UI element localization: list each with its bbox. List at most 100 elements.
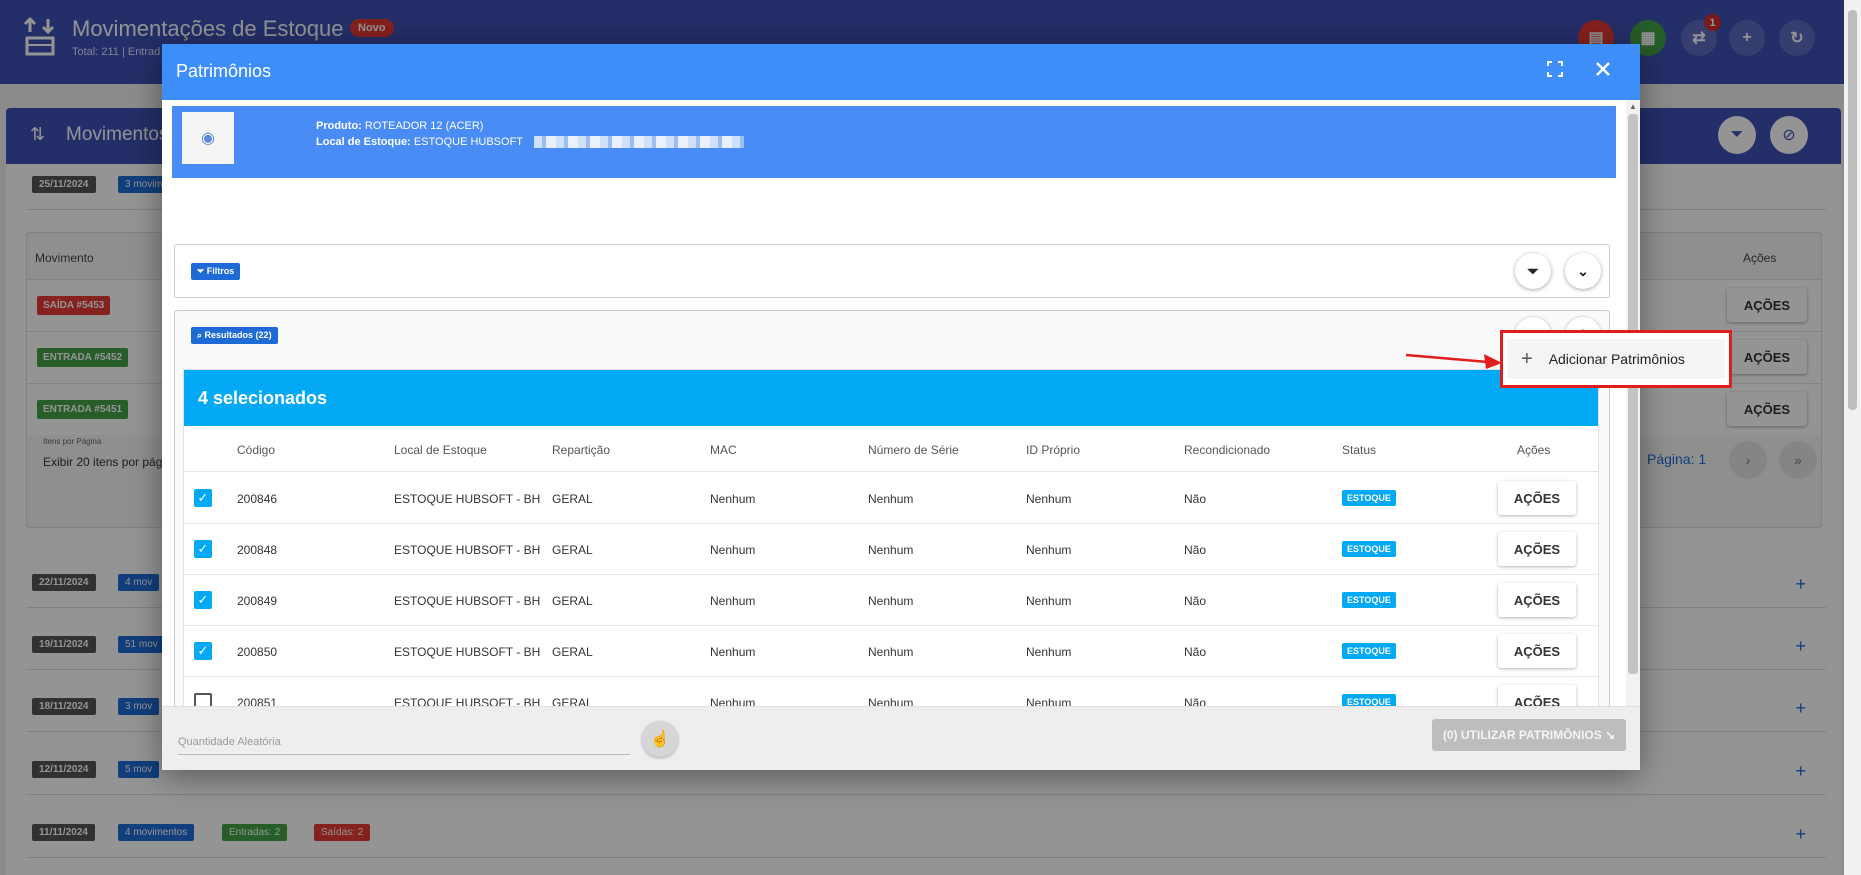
- redacted-text: [533, 136, 744, 149]
- table-row[interactable]: 200851 ESTOQUE HUBSOFT - BH GERAL Nenhum…: [184, 677, 1598, 706]
- stock-line: Local de Estoque: ESTOQUE HUBSOFT: [316, 136, 744, 149]
- selection-bar: 4 selecionados: [184, 370, 1598, 426]
- table-row[interactable]: ✓ 200846 ESTOQUE HUBSOFT - BH GERAL Nenh…: [184, 473, 1598, 524]
- table-header: Código Local de Estoque Repartição MAC N…: [184, 426, 1598, 472]
- filters-chip[interactable]: ⏷ Filtros: [191, 263, 241, 280]
- cell-code: 200850: [237, 645, 278, 659]
- status-badge: ESTOQUE: [1342, 643, 1396, 659]
- cell-code: 200848: [237, 543, 278, 557]
- clear-filter-icon[interactable]: ⏷: [1515, 253, 1551, 289]
- row-actions-button[interactable]: AÇÕES: [1498, 481, 1576, 515]
- stock-label: Local de Estoque:: [316, 136, 411, 148]
- cell-own-id: Nenhum: [1026, 696, 1072, 706]
- cell-stock: ESTOQUE HUBSOFT - BH: [394, 492, 541, 506]
- page-scrollbar-thumb[interactable]: [1848, 10, 1857, 410]
- status-badge: ESTOQUE: [1342, 541, 1396, 557]
- row-actions-button[interactable]: AÇÕES: [1498, 532, 1576, 566]
- filters-label: Filtros: [206, 266, 235, 276]
- modal-scrollbar-thumb[interactable]: [1628, 114, 1638, 674]
- cell-own-id: Nenhum: [1026, 543, 1072, 557]
- cell-stock: ESTOQUE HUBSOFT - BH: [394, 543, 541, 557]
- row-checkbox[interactable]: ✓: [194, 591, 212, 609]
- use-assets-label: (0) UTILIZAR PATRIMÔNIOS: [1442, 728, 1602, 742]
- product-value: ROTEADOR 12 (ACER): [364, 120, 484, 132]
- cell-recond: Não: [1184, 594, 1207, 608]
- row-actions-button[interactable]: AÇÕES: [1498, 634, 1576, 668]
- actions-dropdown: + Adicionar Patrimônios: [1500, 330, 1732, 388]
- add-assets-menu-item[interactable]: + Adicionar Patrimônios: [1507, 339, 1725, 379]
- row-checkbox[interactable]: ✓: [194, 540, 212, 558]
- cell-own-id: Nenhum: [1026, 645, 1072, 659]
- modal-scrollbar[interactable]: ▲: [1626, 100, 1640, 706]
- product-label: Produto:: [316, 120, 362, 132]
- stock-value: ESTOQUE HUBSOFT: [413, 136, 523, 148]
- plus-icon: +: [1521, 347, 1533, 370]
- row-checkbox[interactable]: [194, 693, 212, 706]
- results-label: Resultados (22): [204, 330, 272, 340]
- row-actions-button[interactable]: AÇÕES: [1498, 685, 1576, 706]
- results-panel: ⌕ Resultados (22) ↻ ⌃ 4 selecionados Cód…: [174, 310, 1610, 706]
- cell-recond: Não: [1184, 645, 1207, 659]
- cell-mac: Nenhum: [710, 543, 756, 557]
- column-header[interactable]: Status: [1342, 443, 1376, 457]
- column-header[interactable]: Recondicionado: [1184, 443, 1270, 457]
- cell-dept: GERAL: [552, 645, 593, 659]
- patrimonios-modal: Patrimônios ◉ Produto: ROTEADOR 12 (ACER…: [162, 44, 1640, 770]
- status-badge: ESTOQUE: [1342, 694, 1396, 706]
- column-header[interactable]: ID Próprio: [1026, 443, 1080, 457]
- product-line: Produto: ROTEADOR 12 (ACER): [316, 120, 483, 132]
- filters-panel: ⏷ Filtros ⏷ ⌄: [174, 244, 1610, 298]
- status-badge: ESTOQUE: [1342, 490, 1396, 506]
- status-badge: ESTOQUE: [1342, 592, 1396, 608]
- random-quantity-input[interactable]: [178, 729, 630, 755]
- column-header[interactable]: Repartição: [552, 443, 610, 457]
- cell-code: 200846: [237, 492, 278, 506]
- modal-footer: ☝ (0) UTILIZAR PATRIMÔNIOS ↘: [162, 706, 1640, 770]
- page-scrollbar[interactable]: [1844, 0, 1861, 875]
- modal-body: ◉ Produto: ROTEADOR 12 (ACER) Local de E…: [162, 100, 1626, 706]
- add-assets-label: Adicionar Patrimônios: [1548, 351, 1685, 367]
- column-header: Ações: [1517, 443, 1551, 457]
- table-row[interactable]: ✓ 200848 ESTOQUE HUBSOFT - BH GERAL Nenh…: [184, 524, 1598, 575]
- annotation-arrow: [1405, 353, 1502, 369]
- cell-code: 200849: [237, 594, 278, 608]
- pointer-hand-icon[interactable]: ☝: [642, 721, 678, 757]
- table-row[interactable]: ✓ 200849 ESTOQUE HUBSOFT - BH GERAL Nenh…: [184, 575, 1598, 626]
- product-banner: ◉ Produto: ROTEADOR 12 (ACER) Local de E…: [172, 106, 1616, 178]
- cell-dept: GERAL: [552, 594, 593, 608]
- cell-recond: Não: [1184, 696, 1207, 706]
- cell-dept: GERAL: [552, 696, 593, 706]
- modal-header: Patrimônios: [162, 44, 1640, 100]
- use-assets-button[interactable]: (0) UTILIZAR PATRIMÔNIOS ↘: [1432, 719, 1626, 751]
- fullscreen-icon[interactable]: [1546, 60, 1564, 78]
- cell-mac: Nenhum: [710, 696, 756, 706]
- results-chip[interactable]: ⌕ Resultados (22): [191, 327, 278, 344]
- row-actions-button[interactable]: AÇÕES: [1498, 583, 1576, 617]
- cell-stock: ESTOQUE HUBSOFT - BH: [394, 594, 541, 608]
- cell-serial: Nenhum: [868, 696, 914, 706]
- cell-serial: Nenhum: [868, 594, 914, 608]
- cell-mac: Nenhum: [710, 492, 756, 506]
- cell-own-id: Nenhum: [1026, 492, 1072, 506]
- chevron-down-icon[interactable]: ⌄: [1565, 253, 1601, 289]
- cell-recond: Não: [1184, 492, 1207, 506]
- modal-title: Patrimônios: [176, 61, 272, 81]
- row-checkbox[interactable]: ✓: [194, 642, 212, 660]
- cell-serial: Nenhum: [868, 645, 914, 659]
- column-header[interactable]: Número de Série: [868, 443, 959, 457]
- cell-code: 200851: [237, 696, 278, 706]
- column-header[interactable]: Código: [237, 443, 275, 457]
- column-header[interactable]: MAC: [710, 443, 737, 457]
- cell-dept: GERAL: [552, 492, 593, 506]
- row-checkbox[interactable]: ✓: [194, 489, 212, 507]
- assets-table: 4 selecionados Código Local de Estoque R…: [183, 369, 1599, 706]
- selected-count: 4 selecionados: [198, 388, 328, 408]
- table-row[interactable]: ✓ 200850 ESTOQUE HUBSOFT - BH GERAL Nenh…: [184, 626, 1598, 677]
- cell-stock: ESTOQUE HUBSOFT - BH: [394, 696, 541, 706]
- scroll-up-icon[interactable]: ▲: [1629, 102, 1637, 111]
- cell-stock: ESTOQUE HUBSOFT - BH: [394, 645, 541, 659]
- cell-serial: Nenhum: [868, 492, 914, 506]
- column-header[interactable]: Local de Estoque: [394, 443, 487, 457]
- camera-icon[interactable]: ◉: [182, 112, 234, 164]
- close-icon[interactable]: [1594, 60, 1612, 78]
